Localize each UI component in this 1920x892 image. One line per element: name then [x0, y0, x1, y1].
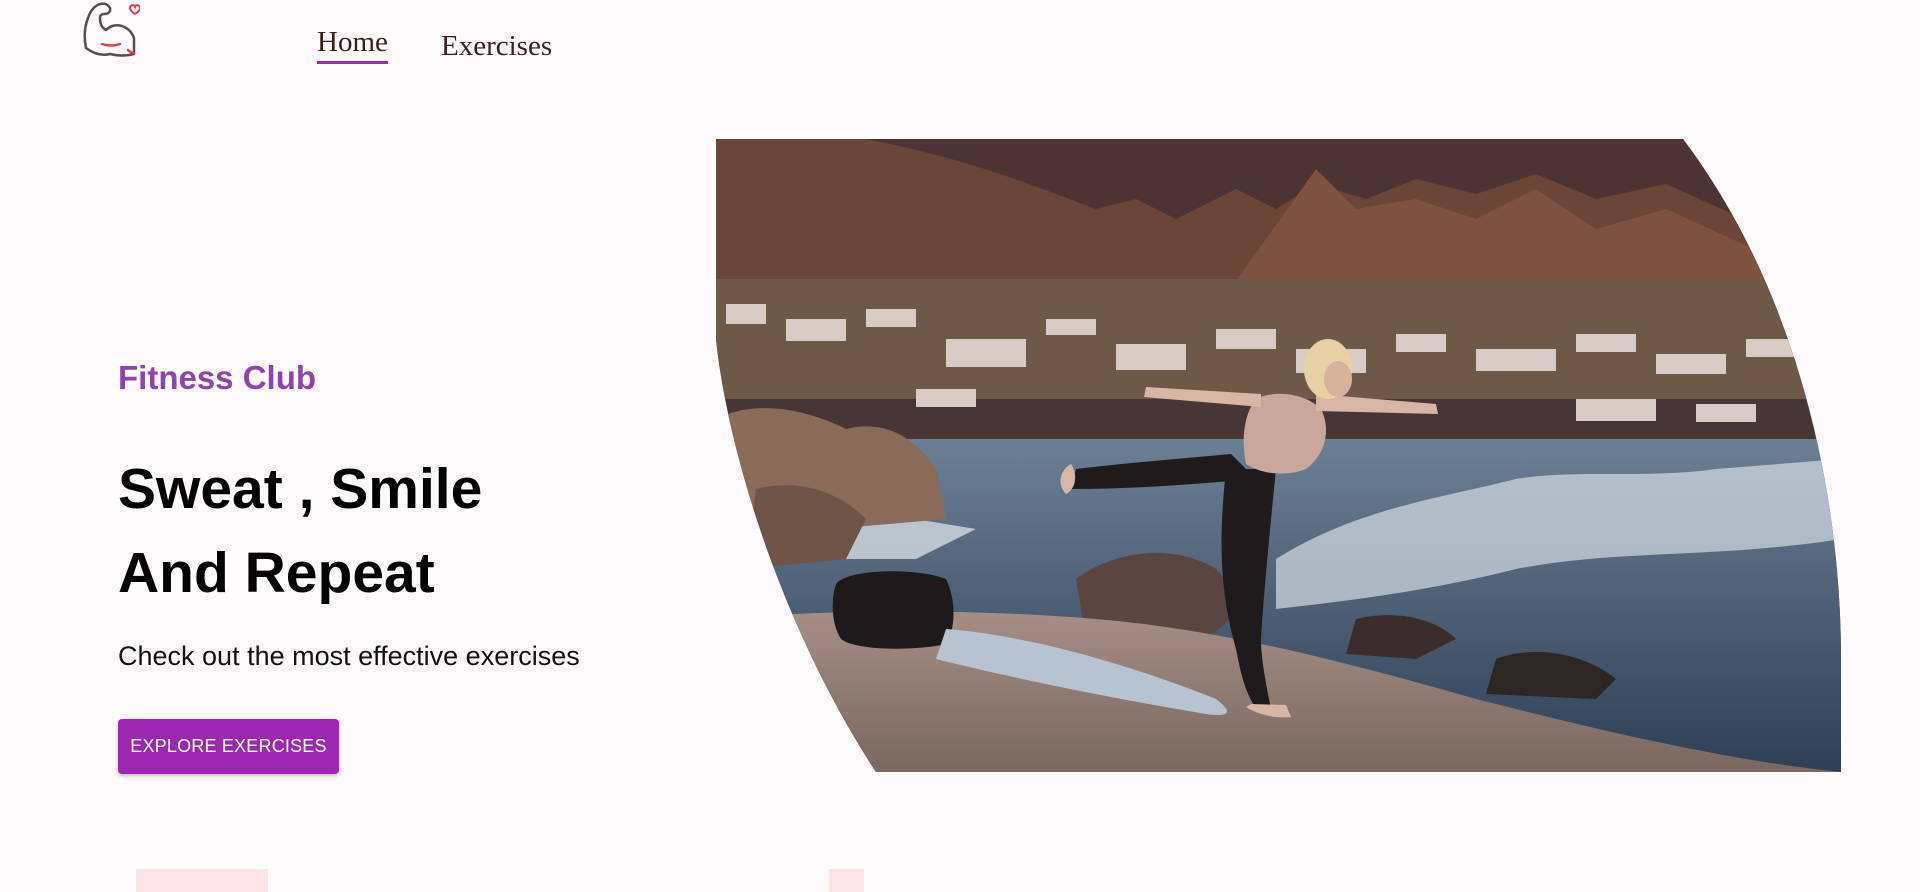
page: Home Exercises Fitness Club Sweat , Smil…	[0, 0, 1920, 892]
hero-banner-image	[716, 139, 1841, 772]
hero-title-line-2: And Repeat	[118, 541, 435, 605]
flexed-arm-heart-icon[interactable]	[80, 0, 142, 60]
nav-link-exercises[interactable]: Exercises	[441, 30, 552, 63]
nav-link-home[interactable]: Home	[317, 26, 388, 64]
bottom-decor-block	[136, 869, 268, 892]
hero-subtitle: Fitness Club	[118, 359, 317, 396]
hero-description: Check out the most effective exercises	[118, 641, 580, 671]
explore-exercises-button[interactable]: EXPLORE EXERCISES	[118, 719, 339, 774]
bottom-decor-block	[829, 869, 864, 892]
hero-title-line-1: Sweat , Smile	[118, 457, 483, 521]
hero-title: Sweat , Smile And Repeat	[118, 447, 482, 615]
